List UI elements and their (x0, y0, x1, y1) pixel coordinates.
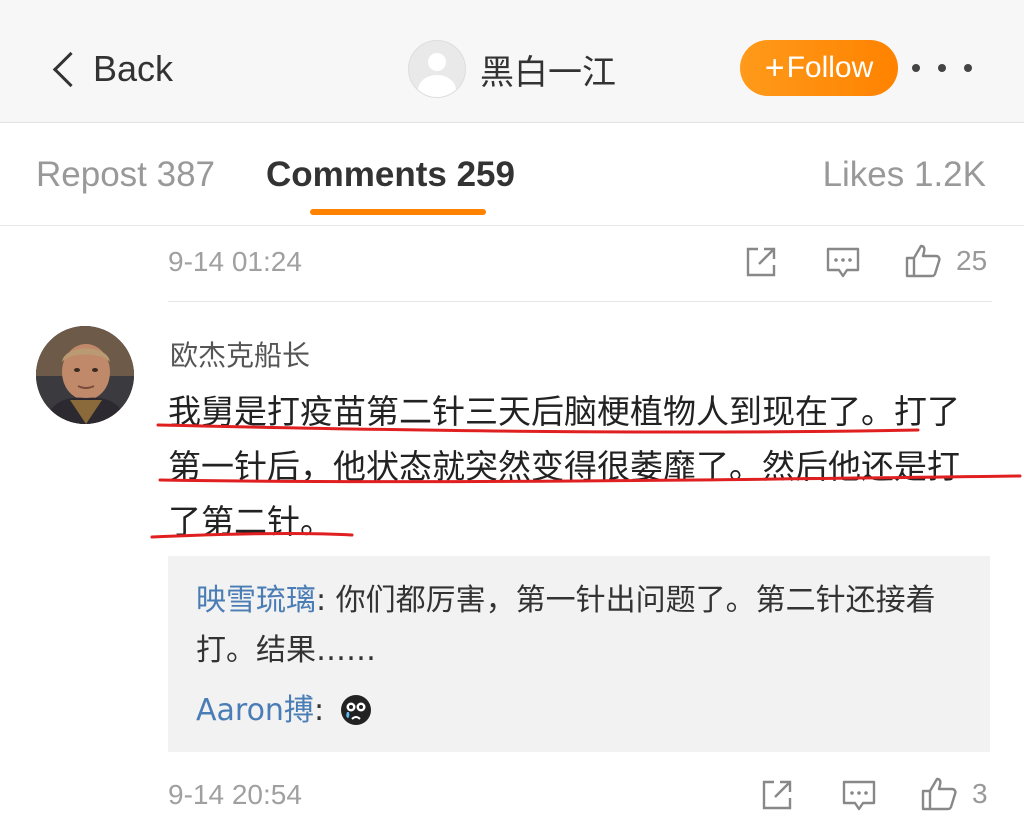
commenter-username[interactable]: 欧杰克船长 (170, 334, 310, 374)
reply-username[interactable]: 映雪琉璃 (196, 583, 316, 618)
share-button[interactable] (760, 778, 794, 816)
top-bar: Back 黑白一江 + Follow (0, 0, 1024, 123)
comment-time: 9-14 01:24 (168, 246, 302, 277)
tab-comments[interactable]: Comments 259 (266, 155, 515, 195)
dot-icon (964, 64, 972, 72)
share-icon (762, 780, 792, 810)
comment-line: 了第二针。 (168, 502, 333, 541)
tab-likes[interactable]: Likes 1.2K (823, 155, 986, 195)
thumbs-up-icon (921, 777, 957, 811)
reply-separator: : (316, 583, 336, 618)
reply-separator: : (313, 693, 334, 728)
portrait-image (36, 326, 134, 424)
comment-icon (842, 780, 876, 811)
more-options-button[interactable] (912, 58, 972, 78)
comment-icon (826, 247, 860, 278)
like-count: 3 (972, 778, 988, 809)
like-button[interactable]: 25 (904, 243, 987, 279)
active-tab-indicator (310, 209, 486, 215)
comment-text: 我舅是打疫苗第二针三天后脑梗植物人到现在了。打了 第一针后，他状态就突然变得很萎… (168, 384, 998, 549)
avatar-body-shape (418, 75, 456, 97)
share-button[interactable] (744, 245, 778, 283)
replies-box[interactable]: 映雪琉璃: 你们都厉害，第一针出问题了。第二针还接着打。结果…… Aaron搏: (168, 556, 990, 752)
comment-line: 我舅是打疫苗第二针三天后脑梗植物人到现在了。打了 (168, 392, 960, 431)
reply-button[interactable] (841, 779, 877, 817)
comment-time: 9-14 20:54 (168, 779, 302, 810)
crying-face-icon (340, 695, 371, 725)
profile-name[interactable]: 黑白一江 (480, 45, 616, 94)
reply-item: Aaron搏: (196, 686, 976, 736)
like-button[interactable]: 3 (920, 776, 988, 812)
reply-username[interactable]: Aaron搏 (196, 693, 314, 728)
share-icon (746, 247, 776, 277)
back-button[interactable]: Back (50, 44, 173, 94)
plus-icon: + (764, 48, 785, 87)
dot-icon (912, 64, 920, 72)
avatar-head-shape (428, 53, 446, 71)
tab-bar: Repost 387 Comments 259 Likes 1.2K (0, 123, 1024, 226)
back-label: Back (93, 48, 174, 89)
avatar[interactable] (408, 40, 466, 98)
like-count: 25 (956, 245, 988, 276)
dot-icon (938, 64, 946, 72)
follow-label: Follow (786, 51, 874, 84)
thumbs-up-icon (905, 244, 941, 278)
follow-button[interactable]: + Follow (740, 40, 898, 96)
reply-item: 映雪琉璃: 你们都厉害，第一针出问题了。第二针还接着打。结果…… (196, 576, 976, 676)
reply-button[interactable] (825, 246, 861, 284)
profile-header[interactable]: 黑白一江 (408, 40, 616, 98)
comment-line: 第一针后，他状态就突然变得很萎靡了。然后他还是打 (168, 447, 960, 486)
chevron-left-icon (52, 51, 89, 87)
divider (168, 301, 992, 302)
tab-repost[interactable]: Repost 387 (36, 155, 215, 195)
commenter-avatar[interactable] (36, 326, 134, 424)
